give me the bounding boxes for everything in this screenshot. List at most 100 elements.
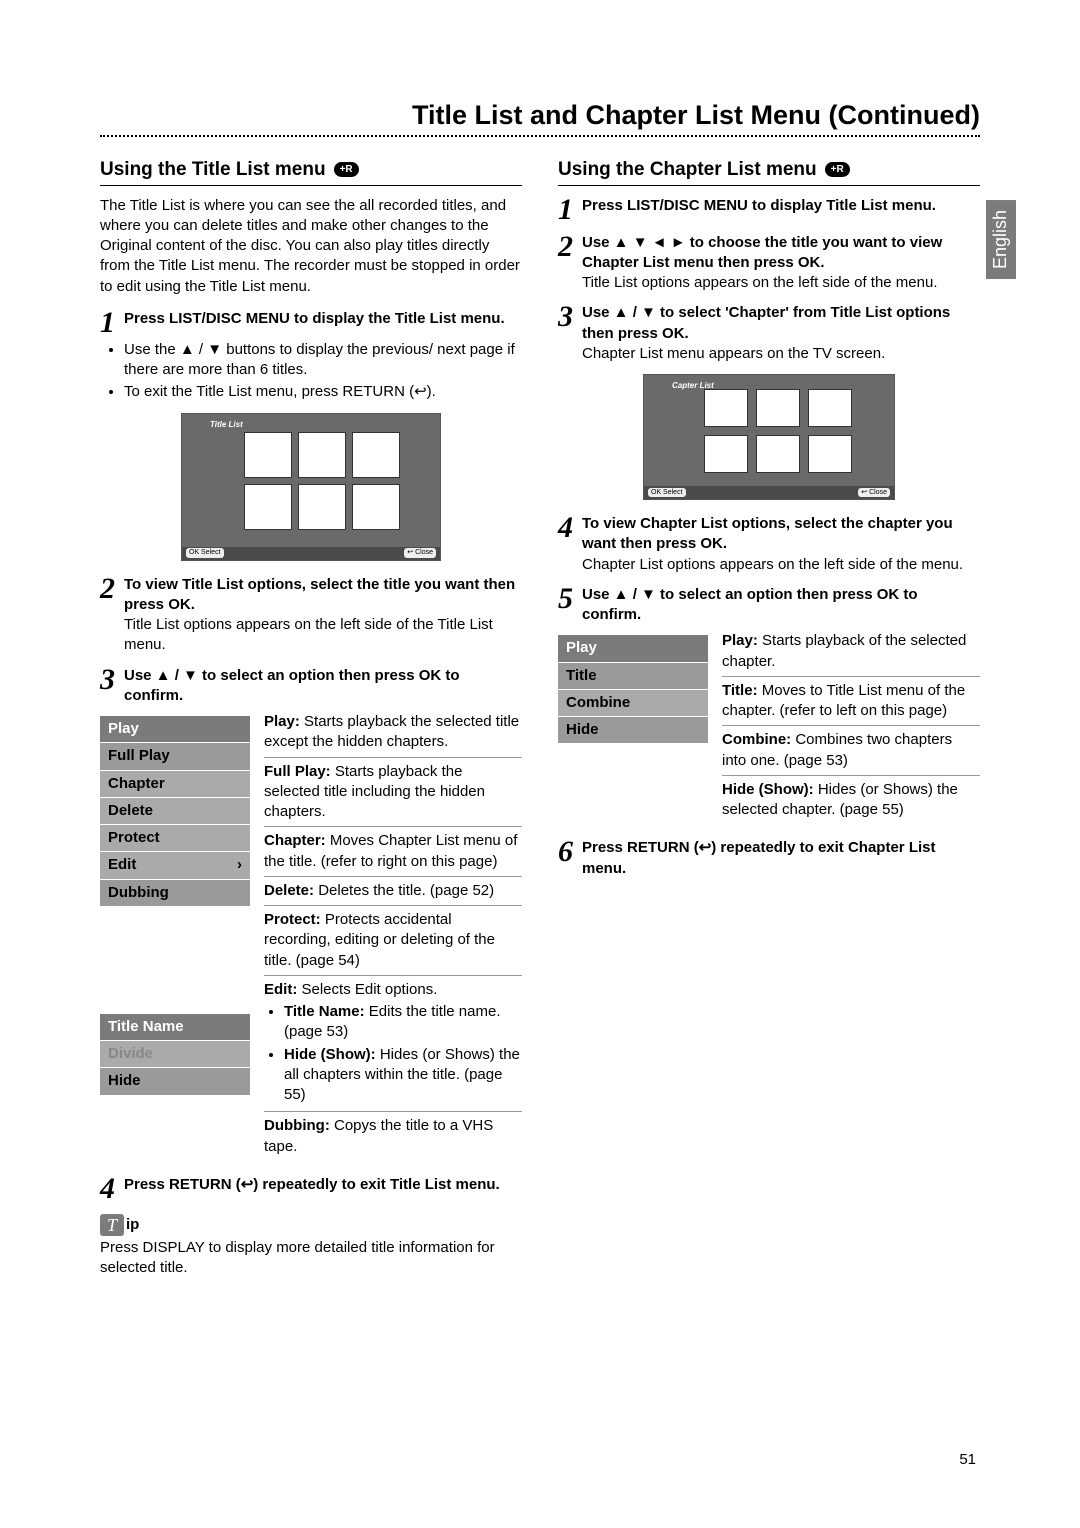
step-lead: Use ▲ / ▼ to select an option then press… (582, 585, 980, 626)
step-lead: To view Chapter List options, select the… (582, 514, 980, 555)
def-play: Play: Starts playback of the selected ch… (722, 631, 980, 677)
step-number: 1 (100, 309, 122, 336)
chevron-right-icon: › (237, 855, 242, 875)
edit-sublist: Title Name: Edits the title name. (page … (270, 1002, 522, 1105)
disc-badge: +R (825, 162, 850, 177)
def-dubbing: Dubbing: Copys the title to a VHS tape. (264, 1116, 522, 1161)
tip-text: Press DISPLAY to display more detailed t… (100, 1238, 522, 1279)
menu-item-disabled: Divide (100, 1041, 250, 1068)
menu-item: Play (558, 635, 708, 662)
step-number: 4 (558, 514, 580, 575)
step-body: Press LIST/DISC MENU to display the Titl… (122, 309, 522, 336)
menu-item: Dubbing (100, 879, 250, 906)
def-chapter: Chapter: Moves Chapter List menu of the … (264, 831, 522, 877)
chapter-options-menu: Play Title Combine Hide (558, 635, 708, 743)
menu-column: Play Full Play Chapter Delete Protect Ed… (100, 712, 250, 1165)
menu-item: Protect (100, 825, 250, 852)
close-pill: ↩ Close (404, 548, 436, 557)
right-column: Using the Chapter List menu +R 1 Press L… (558, 157, 980, 1290)
step-4: 4 Press RETURN (↩) repeatedly to exit Ti… (100, 1175, 522, 1202)
menu-item: Delete (100, 797, 250, 824)
menu-item-label: Edit (108, 856, 136, 873)
def-play: Play: Starts playback the selected title… (264, 712, 522, 758)
step-2: 2 To view Title List options, select the… (100, 575, 522, 656)
thumb-cell (298, 432, 346, 478)
step-lead: Press RETURN (↩) repeatedly to exit Titl… (124, 1175, 522, 1195)
thumb-cell (244, 484, 292, 530)
menu-item: Hide (558, 717, 708, 744)
step-lead: Use ▲ / ▼ to select 'Chapter' from Title… (582, 303, 980, 344)
menu-and-definitions: Play Full Play Chapter Delete Protect Ed… (100, 712, 522, 1165)
menu-item: Chapter (100, 770, 250, 797)
step-1: 1 Press LIST/DISC MENU to display the Ti… (100, 309, 522, 336)
step-3: 3 Use ▲ / ▼ to select an option then pre… (100, 666, 522, 707)
step-text: Chapter List options appears on the left… (582, 555, 980, 575)
thumb-cell (352, 484, 400, 530)
title-options-menu: Play Full Play Chapter Delete Protect Ed… (100, 716, 250, 906)
edit-submenu: Title Name Divide Hide (100, 1014, 250, 1095)
two-column-layout: Using the Title List menu +R The Title L… (100, 157, 980, 1290)
close-pill: ↩ Close (858, 488, 890, 497)
step-number: 5 (558, 585, 580, 626)
language-tab: English (986, 200, 1016, 279)
step-1: 1 Press LIST/DISC MENU to display Title … (558, 196, 980, 223)
thumb-cell (808, 435, 852, 473)
thumb-cell (244, 432, 292, 478)
step-lead: Use ▲ / ▼ to select an option then press… (124, 666, 522, 707)
bullet: Use the ▲ / ▼ buttons to display the pre… (124, 340, 522, 381)
sublist-item: Hide (Show): Hides (or Shows) the all ch… (284, 1045, 522, 1106)
def-edit: Edit: Selects Edit options. Title Name: … (264, 980, 522, 1113)
menu-and-definitions-right: Play Title Combine Hide Play: Starts pla… (558, 631, 980, 828)
step-3: 3 Use ▲ / ▼ to select 'Chapter' from Tit… (558, 303, 980, 364)
manual-page: Title List and Chapter List Menu (Contin… (0, 0, 1080, 1330)
step-number: 3 (558, 303, 580, 364)
menu-item: Full Play (100, 743, 250, 770)
def-text: Starts playback of the selected chapter. (722, 632, 966, 669)
thumb-cell (352, 432, 400, 478)
heading-text: Using the Chapter List menu (558, 157, 817, 183)
def-fullplay: Full Play: Starts playback the selected … (264, 762, 522, 828)
thumb-title: Title List (210, 420, 243, 431)
menu-column: Play Title Combine Hide (558, 631, 708, 828)
title-list-thumbnail: Title List OK Select ↩ Close (100, 413, 522, 561)
select-pill: OK Select (186, 548, 224, 557)
screen-mock: Title List OK Select ↩ Close (181, 413, 441, 561)
thumb-grid (704, 389, 852, 473)
left-column: Using the Title List menu +R The Title L… (100, 157, 522, 1290)
thumb-bottom-bar: OK Select ↩ Close (182, 547, 440, 560)
thumb-bottom-bar: OK Select ↩ Close (644, 486, 894, 499)
step-number: 4 (100, 1175, 122, 1202)
def-text: Starts playback the selected title excep… (264, 713, 519, 750)
step-lead: Use ▲ ▼ ◄ ► to choose the title you want… (582, 233, 980, 274)
step-5: 5 Use ▲ / ▼ to select an option then pre… (558, 585, 980, 626)
step-number: 1 (558, 196, 580, 223)
sublist-item: Title Name: Edits the title name. (page … (284, 1002, 522, 1043)
step-text: Chapter List menu appears on the TV scre… (582, 344, 980, 364)
disc-badge: +R (334, 162, 359, 177)
def-hide: Hide (Show): Hides (or Shows) the select… (722, 780, 980, 825)
def-text: Selects Edit options. (302, 981, 438, 998)
def-combine: Combine: Combines two chapters into one.… (722, 730, 980, 776)
page-title: Title List and Chapter List Menu (Contin… (100, 100, 980, 131)
def-text: Moves to Title List menu of the chapter.… (722, 682, 965, 719)
step-4: 4 To view Chapter List options, select t… (558, 514, 980, 575)
step-number: 6 (558, 838, 580, 879)
chapter-list-thumbnail: Capter List OK Select ↩ Close (558, 374, 980, 500)
definitions-column: Play: Starts playback of the selected ch… (722, 631, 980, 828)
select-pill: OK Select (648, 488, 686, 497)
thumb-cell (756, 435, 800, 473)
step-text: Title List options appears on the left s… (582, 273, 980, 293)
step-lead: Press RETURN (↩) repeatedly to exit Chap… (582, 838, 980, 879)
sub-bold: Hide (Show): (284, 1046, 376, 1063)
tip-heading: T ip (100, 1214, 522, 1236)
def-delete: Delete: Deletes the title. (page 52) (264, 881, 522, 906)
thumb-cell (808, 389, 852, 427)
intro-paragraph: The Title List is where you can see the … (100, 196, 522, 297)
screen-mock: Capter List OK Select ↩ Close (643, 374, 895, 500)
step-text: Title List options appears on the left s… (124, 615, 522, 656)
step-number: 2 (558, 233, 580, 294)
menu-item: Combine (558, 689, 708, 716)
step-number: 2 (100, 575, 122, 656)
def-text: Deletes the title. (page 52) (318, 882, 494, 899)
divider (100, 135, 980, 137)
